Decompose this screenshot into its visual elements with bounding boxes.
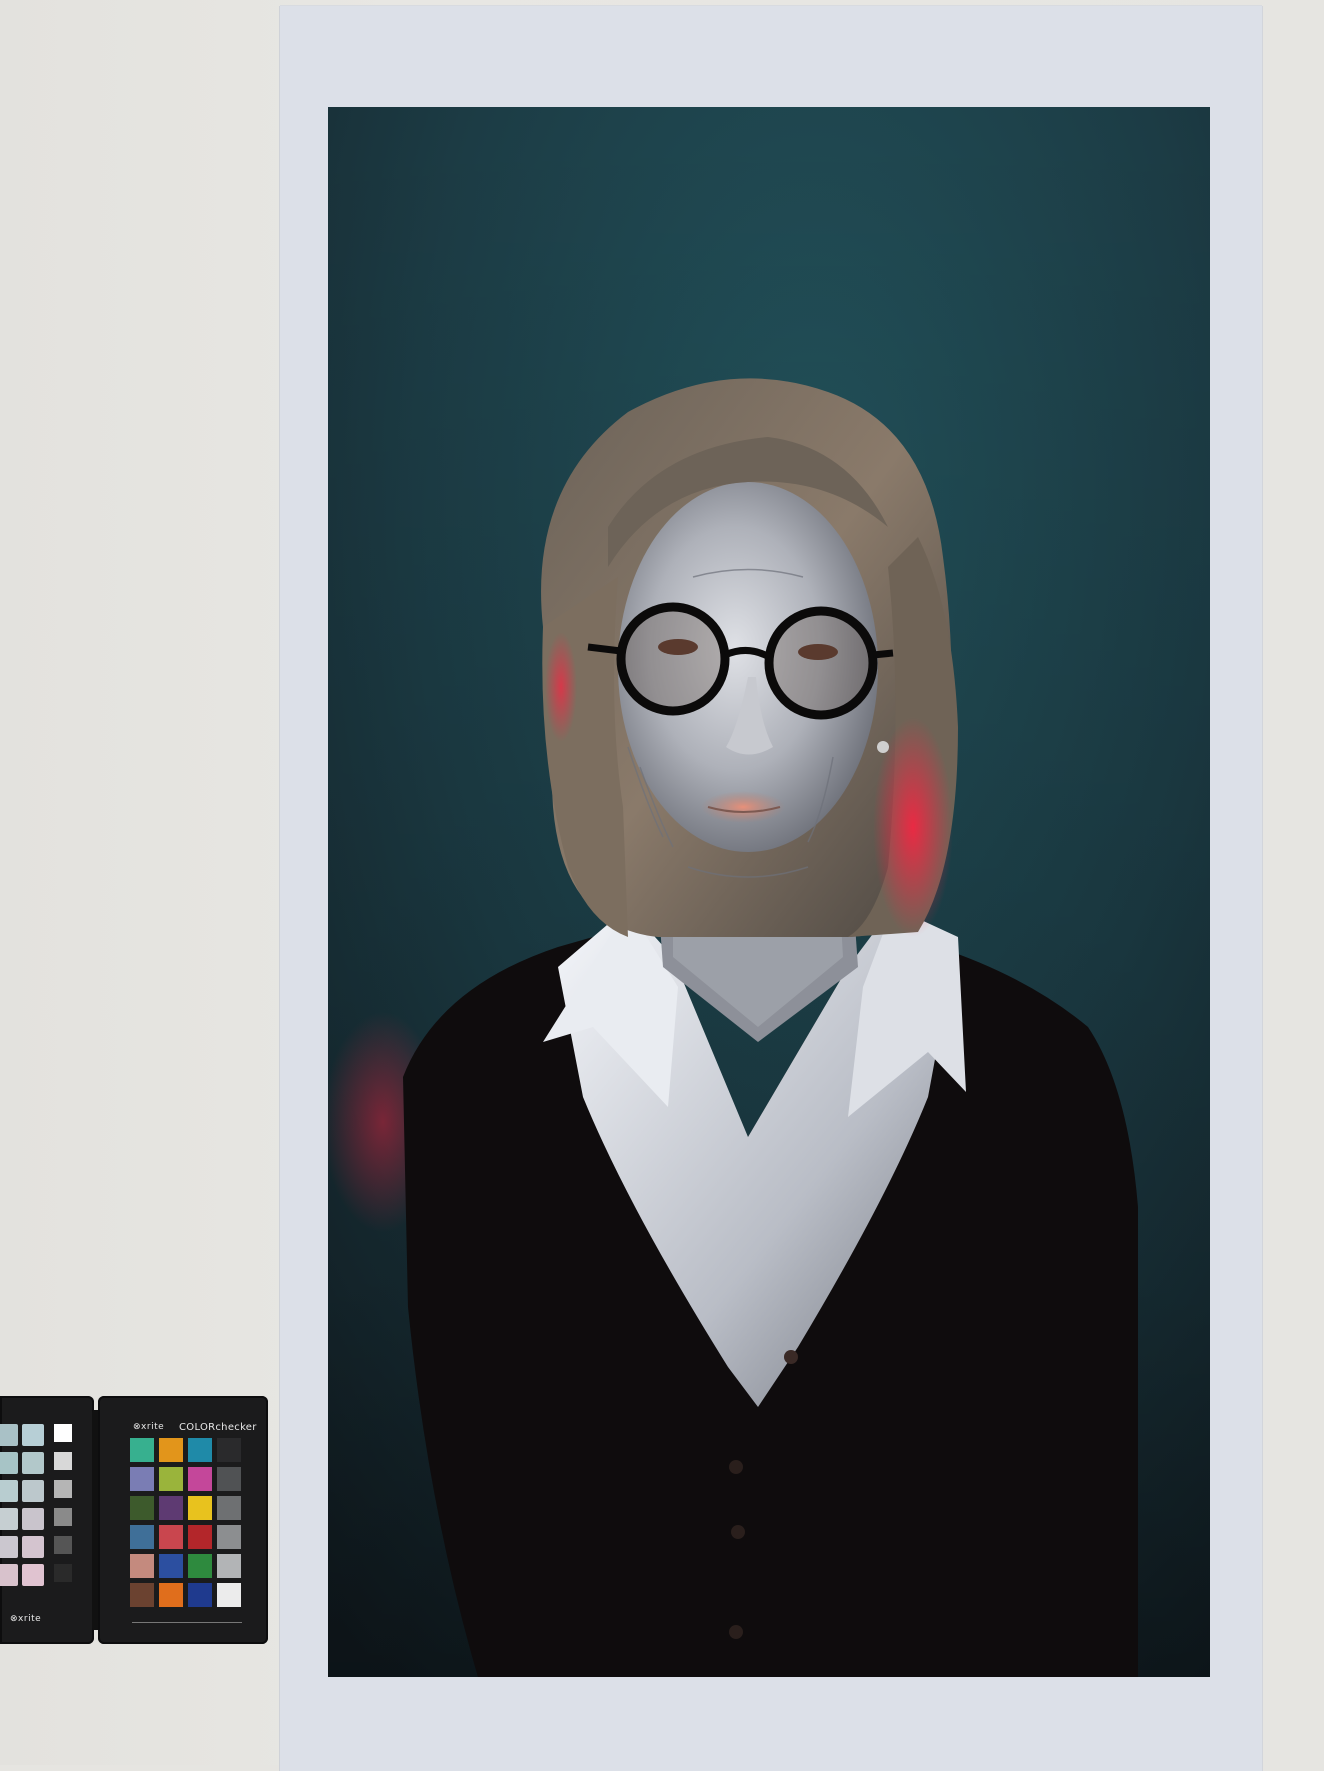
color-patch — [130, 1438, 154, 1462]
color-patch — [130, 1496, 154, 1520]
color-patch — [188, 1554, 212, 1578]
gray-patch — [54, 1564, 72, 1582]
gray-patch — [22, 1508, 44, 1530]
gray-patch — [22, 1564, 44, 1586]
color-patch — [188, 1467, 212, 1491]
colorchecker-logo: COLORchecker — [179, 1422, 257, 1433]
color-patch — [130, 1583, 154, 1607]
color-patch — [159, 1496, 183, 1520]
color-patch — [217, 1496, 241, 1520]
checker-scale-ruler — [132, 1622, 242, 1627]
color-patch — [159, 1554, 183, 1578]
gray-patch — [0, 1480, 18, 1502]
gray-patch — [0, 1424, 18, 1446]
color-patch — [130, 1467, 154, 1491]
color-patch — [159, 1438, 183, 1462]
gray-patch — [54, 1424, 72, 1442]
xrite-logo-left: ⊗xrite — [10, 1614, 42, 1624]
color-patch — [159, 1583, 183, 1607]
color-checker-left-panel — [0, 1396, 94, 1644]
portrait-photograph — [328, 107, 1210, 1677]
color-patch — [188, 1525, 212, 1549]
color-patch — [159, 1467, 183, 1491]
gray-patch — [0, 1536, 18, 1558]
color-patch — [188, 1438, 212, 1462]
color-patch — [130, 1554, 154, 1578]
gray-patch — [22, 1452, 44, 1474]
gray-patch — [22, 1536, 44, 1558]
color-patch — [217, 1583, 241, 1607]
color-checker-card: ⊗xrite COLORchecker ⊗xrite — [0, 1396, 268, 1644]
gray-patch — [22, 1480, 44, 1502]
gray-patch — [54, 1452, 72, 1470]
gray-patch — [54, 1480, 72, 1498]
color-patch — [188, 1496, 212, 1520]
color-patch — [217, 1525, 241, 1549]
color-checker-right-panel: ⊗xrite COLORchecker — [98, 1396, 268, 1644]
color-patch — [159, 1525, 183, 1549]
gray-patch — [22, 1424, 44, 1446]
gray-patch — [0, 1508, 18, 1530]
gray-patch — [0, 1452, 18, 1474]
gray-patch — [54, 1508, 72, 1526]
xrite-logo: ⊗xrite — [133, 1422, 165, 1432]
color-patch — [217, 1438, 241, 1462]
gray-patch — [54, 1536, 72, 1554]
color-patch — [217, 1467, 241, 1491]
color-patch — [217, 1554, 241, 1578]
gray-patch — [0, 1564, 18, 1586]
color-patch — [188, 1583, 212, 1607]
color-patch — [130, 1525, 154, 1549]
